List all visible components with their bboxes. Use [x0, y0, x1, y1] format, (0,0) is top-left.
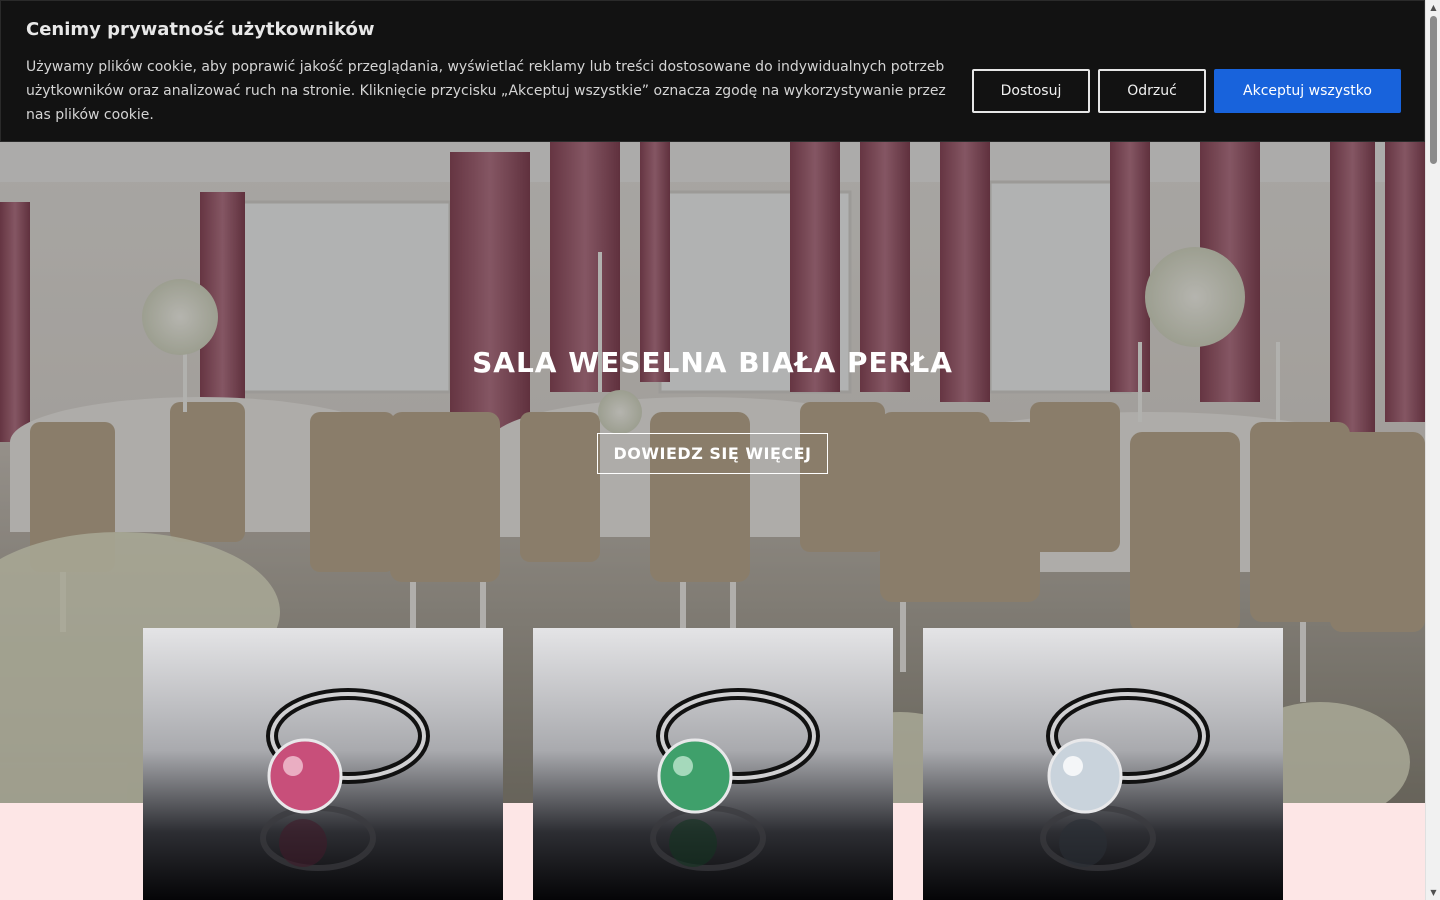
- reject-cookies-button[interactable]: Odrzuć: [1098, 69, 1206, 113]
- cookie-banner-text: Używamy plików cookie, aby poprawić jako…: [26, 59, 946, 123]
- learn-more-button[interactable]: DOWIEDZ SIĘ WIĘCEJ: [597, 433, 828, 474]
- customize-cookies-button[interactable]: Dostosuj: [972, 69, 1090, 113]
- scrollbar-thumb[interactable]: [1430, 16, 1437, 164]
- ring-image-pink: [143, 628, 503, 900]
- product-card-pink-ring[interactable]: [143, 628, 503, 900]
- gem-pink: [267, 738, 343, 814]
- gem-green: [657, 738, 733, 814]
- product-card-white-ring[interactable]: [923, 628, 1283, 900]
- product-card-green-ring[interactable]: [533, 628, 893, 900]
- scroll-down-icon[interactable]: ▼: [1426, 885, 1440, 900]
- ring-image-green: [533, 628, 893, 900]
- cookie-consent-banner: Cenimy prywatność użytkowników Używamy p…: [0, 0, 1425, 142]
- cookie-banner-title: Cenimy prywatność użytkowników: [26, 19, 375, 40]
- gem-white: [1047, 738, 1123, 814]
- scroll-up-icon[interactable]: ▲: [1426, 0, 1440, 15]
- vertical-scrollbar[interactable]: ▲ ▼: [1425, 0, 1440, 900]
- accept-all-cookies-button[interactable]: Akceptuj wszystko: [1214, 69, 1401, 113]
- page: Cenimy prywatność użytkowników Używamy p…: [0, 0, 1425, 900]
- ring-image-white: [923, 628, 1283, 900]
- hero-title: SALA WESELNA BIAŁA PERŁA: [472, 346, 953, 379]
